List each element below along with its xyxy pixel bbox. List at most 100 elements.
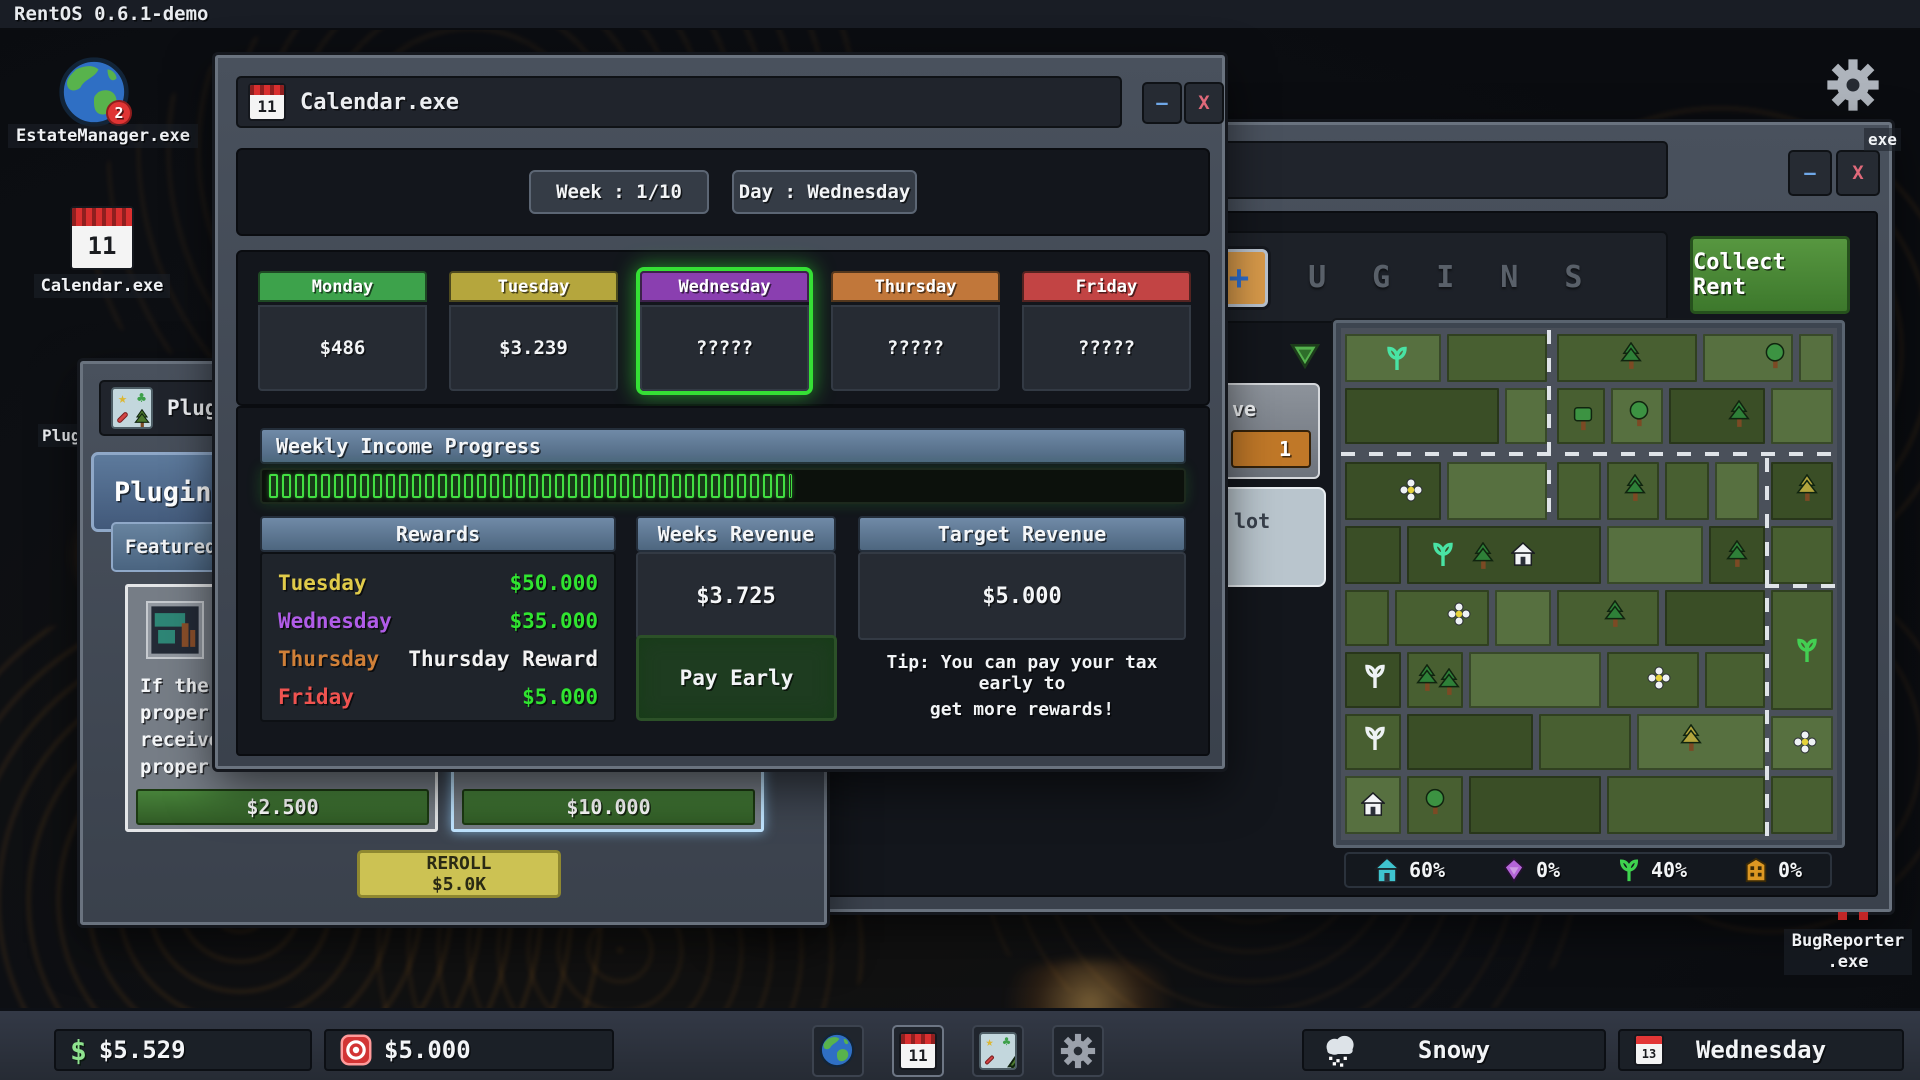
map-parcel[interactable] <box>1407 714 1533 770</box>
calendar-window-titlebar[interactable]: 11 Calendar.exe <box>236 76 1122 128</box>
collect-rent-button[interactable]: Collect Rent <box>1690 236 1850 314</box>
map-parcel[interactable] <box>1469 652 1601 708</box>
map-parcel[interactable] <box>1539 714 1631 770</box>
progress-header: Weekly Income Progress <box>260 428 1186 464</box>
day-card-wednesday[interactable]: Wednesday ????? <box>640 271 809 391</box>
map-parcel[interactable] <box>1345 334 1441 382</box>
reroll-button[interactable]: REROLL $5.0K <box>357 850 561 898</box>
globe-icon <box>819 1032 857 1070</box>
desktop-icon-label-settings-fragment[interactable]: exe <box>1864 128 1901 151</box>
plugin-price-button[interactable]: $10.000 <box>462 789 755 825</box>
map-parcel[interactable] <box>1665 590 1765 646</box>
desktop-icon-calendar[interactable]: 11 <box>70 206 134 270</box>
map-parcel[interactable] <box>1407 526 1601 584</box>
taskbar-settings-button[interactable] <box>1052 1025 1104 1077</box>
tree-icon <box>1423 788 1447 816</box>
star-icon: ★ <box>118 391 127 406</box>
day-indicator[interactable]: Day : Wednesday <box>732 170 917 214</box>
map-parcel[interactable] <box>1345 388 1499 444</box>
map-parcel[interactable] <box>1495 590 1551 646</box>
map-parcel[interactable] <box>1345 714 1401 770</box>
map-parcel[interactable] <box>1705 652 1765 708</box>
map-parcel[interactable] <box>1771 590 1833 710</box>
desktop-icon-label-bugreporter[interactable]: BugReporter .exe <box>1784 929 1912 975</box>
map-parcel[interactable] <box>1665 462 1709 520</box>
weekday-indicator: 13 Wednesday <box>1618 1029 1904 1071</box>
day-card-tuesday[interactable]: Tuesday $3.239 <box>449 271 618 391</box>
map-parcel[interactable] <box>1771 716 1833 770</box>
progress-segment <box>451 474 460 498</box>
plugin-price-button[interactable]: $2.500 <box>136 789 429 825</box>
desktop-icon-estatemanager[interactable]: 2 <box>58 56 130 128</box>
tax-indicator: $5.000 <box>324 1029 614 1071</box>
map-parcel[interactable] <box>1557 388 1605 444</box>
taskbar-calendar-button[interactable]: 11 <box>892 1025 944 1077</box>
map-parcel[interactable] <box>1611 388 1663 444</box>
map-parcel[interactable] <box>1407 652 1463 708</box>
day-card-friday[interactable]: Friday ????? <box>1022 271 1191 391</box>
week-indicator[interactable]: Week : 1/10 <box>529 170 709 214</box>
map-parcel[interactable] <box>1607 462 1659 520</box>
map-parcel[interactable] <box>1447 462 1547 520</box>
map-parcel[interactable] <box>1771 526 1833 584</box>
desktop-icon-label-calendar[interactable]: Calendar.exe <box>34 274 170 298</box>
progress-segment <box>412 474 421 498</box>
map-parcel[interactable] <box>1557 590 1659 646</box>
taskbar-pluginlibrary-button[interactable]: ★ ♣ <box>972 1025 1024 1077</box>
map-parcel[interactable] <box>1447 334 1547 382</box>
progress-segment <box>568 474 577 498</box>
map-parcel[interactable] <box>1345 652 1401 708</box>
close-button[interactable]: X <box>1184 82 1224 124</box>
map-parcel[interactable] <box>1715 462 1759 520</box>
map-parcel[interactable] <box>1709 526 1765 584</box>
map-parcel[interactable] <box>1345 776 1401 834</box>
close-button[interactable]: X <box>1836 150 1880 196</box>
map-parcel[interactable] <box>1771 776 1833 834</box>
day-card-value: $486 <box>258 305 427 391</box>
active-label-fragment: ve <box>1232 397 1256 421</box>
filter-funnel-icon[interactable] <box>1290 343 1320 369</box>
rewards-rows: Tuesday $50.000Wednesday $35.000Thursday… <box>260 552 616 722</box>
shop-icon <box>146 601 204 659</box>
pay-early-button[interactable]: Pay Early <box>636 635 837 721</box>
map-parcel[interactable] <box>1505 388 1547 444</box>
day-card-monday[interactable]: Monday $486 <box>258 271 427 391</box>
day-card-thursday[interactable]: Thursday ????? <box>831 271 1000 391</box>
estate-map-frame <box>1333 320 1845 848</box>
map-parcel[interactable] <box>1345 526 1401 584</box>
progress-segment <box>776 474 785 498</box>
map-parcel[interactable] <box>1345 590 1389 646</box>
progress-segment <box>698 474 707 498</box>
minimize-button[interactable]: – <box>1788 150 1832 196</box>
house-icon <box>1511 540 1535 568</box>
map-parcel[interactable] <box>1557 334 1697 382</box>
reward-row: Tuesday $50.000 <box>262 564 614 602</box>
active-count-button[interactable]: 1 <box>1231 430 1311 468</box>
calendar-icon: 11 <box>248 83 286 121</box>
map-parcel[interactable] <box>1557 462 1601 520</box>
progress-segment <box>295 474 304 498</box>
progress-segment <box>763 474 772 498</box>
map-parcel[interactable] <box>1407 776 1463 834</box>
map-parcel[interactable] <box>1607 652 1699 708</box>
map-parcel[interactable] <box>1799 334 1833 382</box>
map-parcel[interactable] <box>1469 776 1601 834</box>
map-parcel[interactable] <box>1607 526 1703 584</box>
map-parcel[interactable] <box>1395 590 1489 646</box>
desktop-icon-label-estatemanager[interactable]: EstateManager.exe <box>8 124 198 148</box>
map-parcel[interactable] <box>1771 388 1833 444</box>
pine-icon <box>1415 664 1439 692</box>
map-parcel[interactable] <box>1703 334 1793 382</box>
map-parcel[interactable] <box>1637 714 1765 770</box>
map-parcel[interactable] <box>1345 462 1441 520</box>
minimize-button[interactable]: – <box>1142 82 1182 124</box>
map-parcel[interactable] <box>1669 388 1765 444</box>
gear-icon <box>1060 1033 1096 1069</box>
sprout-icon <box>1616 857 1642 883</box>
map-parcel[interactable] <box>1771 462 1833 520</box>
sprout-icon <box>1363 724 1387 752</box>
map-parcel[interactable] <box>1607 776 1765 834</box>
desktop-icon-settings[interactable] <box>1826 58 1880 112</box>
progress-segment <box>386 474 395 498</box>
taskbar-estatemanager-button[interactable] <box>812 1025 864 1077</box>
